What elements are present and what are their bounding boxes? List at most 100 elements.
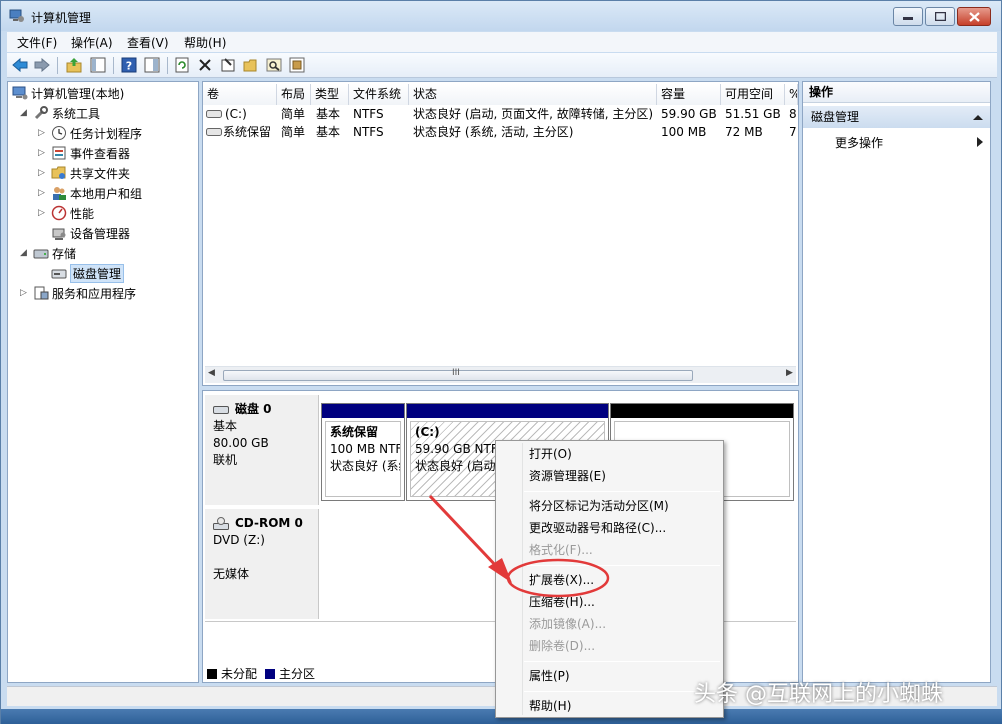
maximize-button[interactable] <box>925 7 955 26</box>
more-actions-item[interactable]: 更多操作 <box>835 134 883 151</box>
column-header-capacity[interactable]: 容量 <box>657 84 721 105</box>
volume-status: 状态良好 (系统, 活动, 主分区) <box>413 125 574 139</box>
menu-item-change-letter[interactable]: 更改驱动器号和路径(C)... <box>529 518 666 538</box>
forward-button[interactable] <box>33 56 51 74</box>
collapse-arrow-icon[interactable]: ◢ <box>20 248 30 258</box>
menu-item-format: 格式化(F)... <box>529 543 593 557</box>
volume-percent: 7 <box>789 125 797 139</box>
volume-icon <box>206 128 222 136</box>
expand-arrow-icon[interactable]: ▷ <box>38 188 48 198</box>
expand-arrow-icon[interactable]: ▷ <box>38 148 48 158</box>
column-header-percent[interactable]: % <box>785 84 798 105</box>
volume-list: 卷 布局 类型 文件系统 状态 容量 可用空间 % (C:) 简单 基本 NTF… <box>202 81 799 386</box>
column-header-free-space[interactable]: 可用空间 <box>721 84 785 105</box>
column-header-volume[interactable]: 卷 <box>203 84 277 105</box>
toolbar-separator <box>113 57 114 74</box>
scroll-grip: III <box>452 368 460 378</box>
actions-pane: 操作 磁盘管理 更多操作 <box>802 81 991 683</box>
menu-item-open[interactable]: 打开(O) <box>529 444 572 464</box>
expand-arrow-icon[interactable]: ▷ <box>38 208 48 218</box>
disk-0-label[interactable]: 磁盘 0 基本 80.00 GB 联机 <box>205 395 319 505</box>
back-button[interactable] <box>11 56 29 74</box>
column-header-filesystem[interactable]: 文件系统 <box>349 84 409 105</box>
table-row[interactable]: 系统保留 简单 基本 NTFS 状态良好 (系统, 活动, 主分区) 100 M… <box>203 123 798 141</box>
properties-button[interactable] <box>219 56 237 74</box>
scrollbar-thumb[interactable]: III <box>223 368 693 381</box>
tree-item-root[interactable]: 计算机管理(本地) <box>12 84 124 102</box>
partition-system-reserved[interactable]: 系统保留 100 MB NTFS 状态良好 (系统, 活动, 主分区) <box>321 403 405 501</box>
disk-icon <box>213 405 229 414</box>
menu-item-extend-volume[interactable]: 扩展卷(X)... <box>529 570 594 590</box>
menu-file[interactable]: 文件(F) <box>17 34 57 51</box>
volume-type: 基本 <box>316 125 341 139</box>
menu-item-properties[interactable]: 属性(P) <box>529 666 570 686</box>
scroll-right-icon[interactable]: ▶ <box>786 368 793 378</box>
partition-status: 状态良好 (系统, 活动, 主分区) <box>330 459 400 473</box>
menu-item-delete-volume: 删除卷(D)... <box>529 639 596 653</box>
action-pane-icon <box>144 57 160 73</box>
up-folder-icon <box>66 58 82 73</box>
tree-item-task-scheduler[interactable]: ▷ 任务计划程序 <box>38 124 142 142</box>
help-button[interactable]: ? <box>120 56 138 74</box>
close-button[interactable] <box>957 7 991 26</box>
settings-icon <box>289 57 305 73</box>
tree-item-device-manager[interactable]: 设备管理器 <box>51 224 130 242</box>
users-icon <box>53 187 66 200</box>
delete-icon <box>199 59 211 71</box>
tree-item-performance[interactable]: ▷ 性能 <box>38 204 94 222</box>
expand-arrow-icon[interactable]: ▷ <box>38 168 48 178</box>
menu-item-mark-active[interactable]: 将分区标记为活动分区(M) <box>529 496 669 516</box>
search-button[interactable] <box>265 56 283 74</box>
up-folder-button[interactable] <box>65 56 83 74</box>
back-icon <box>12 58 28 72</box>
menu-separator <box>524 491 720 492</box>
volume-capacity: 59.90 GB <box>661 107 717 121</box>
column-header-layout[interactable]: 布局 <box>277 84 311 105</box>
title-bar[interactable]: 计算机管理 <box>1 1 1001 31</box>
open-icon <box>243 59 257 72</box>
help-icon: ? <box>121 57 137 73</box>
menu-item-help[interactable]: 帮助(H) <box>529 696 571 716</box>
action-pane-button[interactable] <box>143 56 161 74</box>
tree-label: 本地用户和组 <box>70 186 143 201</box>
tree-item-local-users[interactable]: ▷ 本地用户和组 <box>38 184 142 202</box>
menu-separator <box>524 661 720 662</box>
delete-button[interactable] <box>196 56 214 74</box>
partition-name: 系统保留 <box>330 425 379 439</box>
menu-view[interactable]: 查看(V) <box>127 34 169 51</box>
menu-help[interactable]: 帮助(H) <box>184 34 226 51</box>
open-button[interactable] <box>242 56 260 74</box>
menu-action[interactable]: 操作(A) <box>71 34 113 51</box>
column-header-status[interactable]: 状态 <box>409 84 657 105</box>
settings-button[interactable] <box>288 56 306 74</box>
table-row[interactable]: (C:) 简单 基本 NTFS 状态良好 (启动, 页面文件, 故障转储, 主分… <box>203 105 798 123</box>
disk-management-icon <box>51 269 67 279</box>
actions-section-disk-management[interactable]: 磁盘管理 <box>803 106 990 128</box>
tree-item-event-viewer[interactable]: ▷ 事件查看器 <box>38 144 130 162</box>
collapse-up-icon[interactable] <box>973 114 983 121</box>
horizontal-scrollbar[interactable]: ◀ III ▶ <box>205 366 796 383</box>
tree-item-shared-folders[interactable]: ▷ 共享文件夹 <box>38 164 130 182</box>
tree-item-storage[interactable]: ◢ 存储 <box>20 244 76 262</box>
volume-name: 系统保留 <box>223 125 272 139</box>
menu-item-shrink-volume[interactable]: 压缩卷(H)... <box>529 592 595 612</box>
expand-arrow-icon[interactable]: ▷ <box>38 128 48 138</box>
refresh-button[interactable] <box>173 56 191 74</box>
menu-item-explorer[interactable]: 资源管理器(E) <box>529 466 606 486</box>
expand-arrow-icon[interactable]: ▷ <box>20 288 30 298</box>
actions-header: 操作 <box>803 82 990 103</box>
tree-item-services-apps[interactable]: ▷ 服务和应用程序 <box>20 284 136 302</box>
tree-label: 性能 <box>70 206 95 221</box>
show-tree-button[interactable] <box>89 56 107 74</box>
scroll-left-icon[interactable]: ◀ <box>208 368 215 378</box>
column-header-type[interactable]: 类型 <box>311 84 349 105</box>
navigation-tree: 计算机管理(本地) ◢ 系统工具 ▷ 任务计划程序 ▷ 事件查看器 ▷ 共享文件… <box>7 81 199 683</box>
submenu-arrow-icon[interactable] <box>977 137 983 147</box>
legend-label: 未分配 <box>221 667 258 681</box>
collapse-arrow-icon[interactable]: ◢ <box>20 108 30 118</box>
services-icon <box>34 286 49 300</box>
tree-item-system-tools[interactable]: ◢ 系统工具 <box>20 104 100 122</box>
cdrom-0-label[interactable]: CD-ROM 0 DVD (Z:) 无媒体 <box>205 509 319 619</box>
minimize-button[interactable] <box>893 7 923 26</box>
tree-item-disk-management[interactable]: 磁盘管理 <box>51 263 125 283</box>
